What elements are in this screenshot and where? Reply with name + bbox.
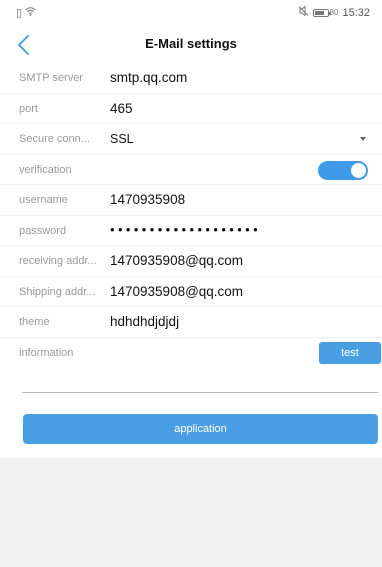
header: E-Mail settings (0, 28, 382, 62)
row-password[interactable]: password ••••••••••••••••••• (0, 215, 382, 246)
toggle-knob (351, 162, 366, 178)
settings-panel: ▯ 80 15:32 E-Mail settings SMTP server s… (0, 0, 382, 458)
battery-icon (312, 9, 331, 17)
receiving-address-input[interactable]: 1470935908@qq.com (110, 246, 243, 276)
port-label: port (19, 102, 38, 115)
settings-form: SMTP server smtp.qq.com port 465 Secure … (0, 63, 382, 368)
status-time: 15:32 (342, 6, 370, 19)
status-right: 80 15:32 (298, 5, 370, 19)
password-input[interactable]: ••••••••••••••••••• (110, 215, 261, 245)
application-button[interactable]: application (23, 414, 378, 444)
row-verification: verification (0, 155, 382, 185)
port-input[interactable]: 465 (110, 94, 133, 124)
row-secure-connection[interactable]: Secure conn... SSL (0, 124, 382, 155)
row-username[interactable]: username 1470935908 (0, 185, 382, 216)
username-label: username (19, 194, 68, 206)
username-input[interactable]: 1470935908 (110, 185, 185, 215)
theme-label: theme (19, 316, 50, 328)
smtp-server-label: SMTP server (19, 72, 83, 84)
row-shipping-address[interactable]: Shipping addr... 1470935908@qq.com (0, 277, 382, 307)
sim-icon: ▯ (16, 7, 23, 19)
row-information: information test (0, 338, 382, 369)
status-bar: ▯ 80 15:32 (0, 0, 382, 26)
shipping-address-label: Shipping addr... (19, 285, 96, 298)
secure-connection-select[interactable]: SSL (110, 124, 134, 154)
theme-input[interactable]: hdhdhdjdjdj (110, 307, 179, 337)
smtp-server-input[interactable]: smtp.qq.com (110, 63, 187, 93)
test-button[interactable]: test (319, 341, 381, 364)
mute-icon (298, 5, 309, 19)
verification-label: verification (19, 163, 72, 176)
receiving-address-label: receiving addr... (19, 255, 97, 267)
chevron-down-icon[interactable] (360, 137, 366, 141)
row-theme[interactable]: theme hdhdhdjdjdj (0, 307, 382, 338)
wifi-icon (25, 6, 36, 19)
shipping-address-input[interactable]: 1470935908@qq.com (110, 277, 243, 307)
row-port[interactable]: port 465 (0, 94, 382, 124)
row-receiving-address[interactable]: receiving addr... 1470935908@qq.com (0, 246, 382, 277)
battery-level: 80 (329, 8, 339, 17)
secure-connection-label: Secure conn... (19, 133, 90, 145)
password-label: password (19, 224, 67, 237)
page-title: E-Mail settings (145, 36, 237, 51)
row-smtp-server[interactable]: SMTP server smtp.qq.com (0, 63, 382, 94)
information-label: information (19, 346, 74, 359)
divider (22, 392, 378, 393)
status-left: ▯ (16, 6, 36, 19)
verification-toggle[interactable] (318, 160, 368, 180)
